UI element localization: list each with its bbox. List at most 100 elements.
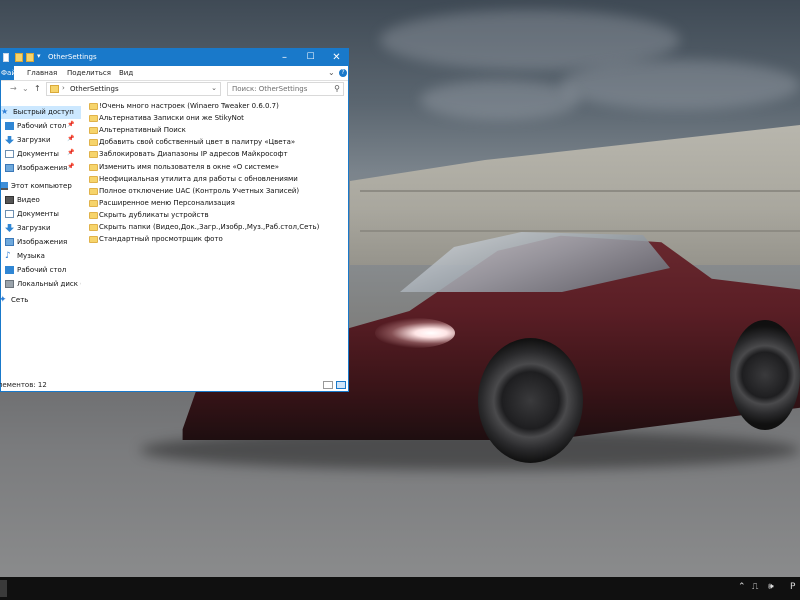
- sidebar-item-label: Рабочий стол: [17, 266, 67, 274]
- minimize-button[interactable]: –: [272, 49, 297, 66]
- folder-name: Заблокировать Диапазоны IP адресов Майкр…: [99, 150, 288, 159]
- list-item[interactable]: Неофициальная утилита для работы с обнов…: [87, 174, 342, 186]
- sidebar-item-label: Музыка: [17, 252, 45, 260]
- folder-name: Добавить свой собственный цвет в палитру…: [99, 138, 296, 147]
- quick-access-dropdown-icon[interactable]: ▾: [37, 52, 41, 60]
- ribbon-tabs: Файл Главная Поделиться Вид ⌄ ?: [1, 66, 348, 81]
- navigation-pane[interactable]: ★ Быстрый доступ Рабочий стол 📌 Загрузки 📌 Док…: [1, 106, 81, 381]
- folder-icon: [89, 211, 98, 219]
- folder-icon: [89, 127, 98, 135]
- documents-icon: [5, 150, 14, 158]
- folder-icon: [50, 85, 59, 93]
- recent-locations-icon[interactable]: ⌄: [22, 84, 29, 93]
- pin-icon: 📌: [67, 121, 75, 128]
- breadcrumb-path[interactable]: OtherSettings: [70, 85, 119, 93]
- file-list[interactable]: !Очень много настроек (Winaero Tweaker 0…: [87, 101, 347, 301]
- expand-ribbon-icon[interactable]: ⌄: [328, 68, 335, 77]
- documents-icon: [5, 210, 14, 218]
- volume-icon[interactable]: 🕪: [768, 582, 774, 592]
- list-item[interactable]: Скрыть дубликаты устройств: [87, 210, 342, 222]
- back-arrow-icon[interactable]: →: [10, 84, 17, 93]
- start-button[interactable]: [0, 580, 7, 597]
- network-icon[interactable]: ⎍: [752, 582, 758, 592]
- search-icon[interactable]: ⚲: [334, 84, 340, 93]
- folder-name: !Очень много настроек (Winaero Tweaker 0…: [99, 102, 279, 110]
- music-icon: ♪: [5, 251, 11, 261]
- sidebar-item[interactable]: ✦ Сеть: [1, 294, 81, 307]
- pin-icon: 📌: [67, 135, 75, 142]
- up-arrow-icon[interactable]: ↑: [34, 84, 41, 93]
- list-item[interactable]: Скрыть папки (Видео,Док.,Загр.,Изобр.,Му…: [87, 222, 342, 234]
- folder-icon: [89, 224, 98, 231]
- chevron-up-icon[interactable]: ⌃: [738, 582, 746, 592]
- details-view-icon[interactable]: [323, 381, 333, 389]
- list-item[interactable]: !Очень много настроек (Winaero Tweaker 0…: [87, 101, 342, 113]
- sidebar-item-label: Загрузки: [17, 136, 51, 144]
- sidebar-item[interactable]: ♪ Музыка: [1, 250, 81, 263]
- folder-icon: [89, 139, 98, 147]
- sidebar-item[interactable]: Загрузки: [1, 222, 81, 235]
- close-button[interactable]: ✕: [324, 49, 349, 66]
- list-item[interactable]: Полное отключение UAC (Контроль Учетных …: [87, 186, 342, 198]
- downloads-icon: [5, 136, 14, 144]
- list-item[interactable]: Стандартный просмотрщик фото: [87, 234, 342, 246]
- sidebar-item[interactable]: Этот компьютер: [1, 180, 81, 193]
- language-indicator[interactable]: P: [790, 582, 795, 592]
- tab-file[interactable]: Файл: [1, 66, 14, 80]
- sidebar-item[interactable]: ★ Быстрый доступ: [1, 106, 81, 119]
- explorer-window[interactable]: ▾ OtherSettings – ☐ ✕ Файл Главная Подел…: [0, 48, 349, 392]
- search-input[interactable]: Поиск: OtherSettings ⚲: [227, 82, 344, 96]
- tab-share[interactable]: Поделиться: [67, 69, 111, 77]
- folder-icon: [89, 103, 98, 110]
- sidebar-item[interactable]: Видео: [1, 194, 81, 207]
- computer-icon: [1, 182, 8, 190]
- list-item[interactable]: Добавить свой собственный цвет в палитру…: [87, 137, 342, 149]
- address-field[interactable]: › OtherSettings ⌄: [46, 82, 221, 96]
- title-bar[interactable]: ▾ OtherSettings – ☐ ✕: [1, 49, 348, 66]
- large-icons-view-icon[interactable]: [336, 381, 346, 389]
- tab-home[interactable]: Главная: [27, 69, 57, 77]
- sidebar-item[interactable]: Рабочий стол 📌: [1, 120, 81, 133]
- sidebar-item-label: Рабочий стол: [17, 122, 67, 130]
- sidebar-item-label: Документы: [17, 150, 59, 158]
- address-dropdown-icon[interactable]: ⌄: [211, 84, 217, 92]
- list-item[interactable]: Изменить имя пользователя в окне «О сист…: [87, 162, 342, 174]
- new-folder-icon[interactable]: [15, 53, 23, 62]
- sidebar-item-label: Быстрый доступ: [13, 108, 74, 116]
- sidebar-item[interactable]: Изображения: [1, 236, 81, 249]
- sidebar-item[interactable]: Рабочий стол: [1, 264, 81, 277]
- list-item[interactable]: Альтернативный Поиск: [87, 125, 342, 137]
- sidebar-item[interactable]: Документы: [1, 208, 81, 221]
- car-wheel-rear: [730, 320, 800, 430]
- pin-icon: 📌: [67, 149, 75, 156]
- car-headlight: [375, 318, 455, 348]
- help-icon[interactable]: ?: [339, 69, 347, 77]
- folder-name: Стандартный просмотрщик фото: [99, 235, 223, 244]
- folder-name: Альтернативный Поиск: [99, 126, 186, 135]
- sidebar-item[interactable]: Документы 📌: [1, 148, 81, 161]
- address-bar-row: → ⌄ ↑ › OtherSettings ⌄ Поиск: OtherSett…: [1, 80, 348, 99]
- sidebar-item[interactable]: Загрузки 📌: [1, 134, 81, 147]
- maximize-button[interactable]: ☐: [298, 49, 323, 66]
- folder-name: Неофициальная утилита для работы с обнов…: [99, 174, 298, 183]
- folder-name: Изменить имя пользователя в окне «О сист…: [99, 162, 280, 171]
- properties-icon[interactable]: [3, 53, 9, 62]
- folder-name: Полное отключение UAC (Контроль Учетных …: [99, 186, 300, 195]
- list-item[interactable]: Альтернатива Записки они же StikyNot: [87, 113, 342, 125]
- sidebar-item-label: Изображения: [17, 164, 68, 172]
- pin-icon: 📌: [67, 163, 75, 170]
- sidebar-item-label: Загрузки: [17, 224, 51, 232]
- sidebar-item[interactable]: Локальный диск (C: [1, 278, 81, 291]
- breadcrumb-chevron-icon[interactable]: ›: [62, 84, 65, 92]
- list-item[interactable]: Заблокировать Диапазоны IP адресов Майкр…: [87, 149, 342, 161]
- sidebar-item[interactable]: Изображения 📌: [1, 162, 81, 175]
- list-item[interactable]: Расширенное меню Персонализация: [87, 198, 342, 210]
- status-bar: Элементов: 12: [0, 379, 348, 392]
- sidebar-item-label: Этот компьютер: [11, 182, 72, 190]
- pictures-icon: [5, 238, 14, 246]
- tab-view[interactable]: Вид: [119, 69, 133, 77]
- network-icon: ✦: [1, 295, 7, 305]
- folder-icon: [89, 175, 98, 183]
- desktop-icon: [5, 122, 14, 130]
- sidebar-item-label: Документы: [17, 210, 59, 218]
